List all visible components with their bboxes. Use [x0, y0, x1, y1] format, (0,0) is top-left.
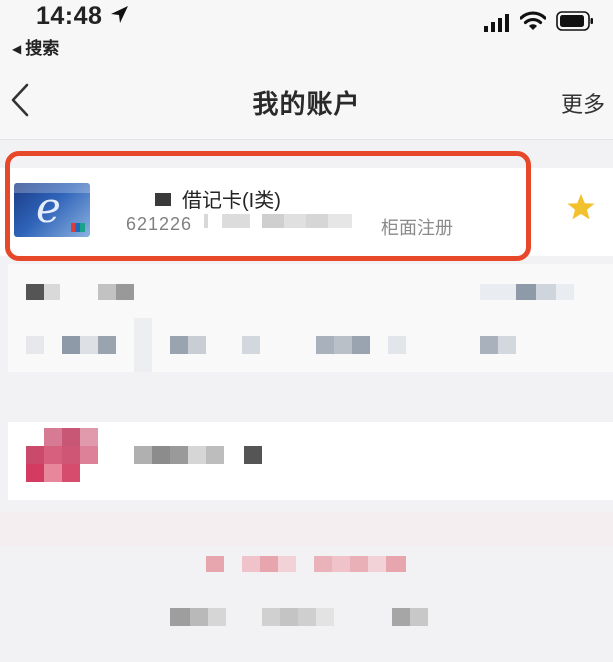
navigation-bar: 我的账户 更多: [0, 60, 613, 140]
favorite-star-icon[interactable]: [566, 193, 596, 221]
page-title: 我的账户: [252, 89, 361, 119]
back-app-label: 搜索: [25, 39, 60, 58]
more-button[interactable]: 更多: [561, 87, 605, 119]
redacted-service-row: [8, 422, 613, 500]
back-triangle-icon: ◀: [12, 42, 22, 56]
status-bar: 14:48 ◀ 搜索: [0, 0, 613, 60]
highlight-annotation-box: [5, 151, 531, 261]
redacted-balance-panel: [8, 264, 613, 372]
back-to-app-link[interactable]: ◀ 搜索: [12, 34, 59, 59]
battery-icon: [556, 11, 593, 31]
redacted-footer-text: [170, 608, 446, 626]
redacted-notice-text: [206, 556, 408, 572]
status-time: 14:48: [36, 2, 103, 30]
wifi-icon: [520, 11, 546, 30]
redacted-notice-band: [0, 512, 613, 546]
cellular-signal-icon: [484, 14, 509, 32]
location-arrow-icon: [111, 6, 128, 23]
